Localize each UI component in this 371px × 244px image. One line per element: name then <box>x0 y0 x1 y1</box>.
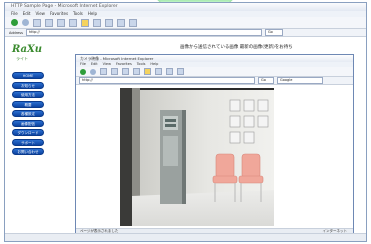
inner-address-bar: http:// Go Google <box>76 77 353 85</box>
outer-toolbar <box>5 17 366 29</box>
media-icon[interactable] <box>93 18 101 27</box>
nav-item-overview[interactable]: 概要 <box>12 100 44 108</box>
inner-address-input[interactable]: http:// <box>79 77 255 84</box>
inner-back-icon[interactable] <box>80 68 86 75</box>
stop-icon[interactable] <box>33 18 41 27</box>
nav-item-download[interactable]: ダウンロード <box>12 129 44 136</box>
nav-item-delivery[interactable]: 画像配信 <box>12 119 44 127</box>
history-icon[interactable] <box>105 18 113 27</box>
inner-search-icon[interactable] <box>133 68 140 75</box>
page-caption: 画像から送信されている画像 最新の画像(更新)をお待ち <box>180 45 293 50</box>
inner-refresh-icon[interactable] <box>111 68 118 75</box>
site-logo-subtitle: ライト <box>16 56 28 61</box>
inner-history-icon[interactable] <box>166 68 173 75</box>
refresh-icon[interactable] <box>45 18 53 27</box>
nav-item-settings[interactable]: 各種設定 <box>12 110 44 117</box>
print-icon[interactable] <box>129 18 137 27</box>
mail-icon[interactable] <box>117 18 125 27</box>
favorites-icon[interactable] <box>81 18 89 27</box>
inner-favorites-icon[interactable] <box>144 68 151 75</box>
address-label: Address <box>9 30 23 35</box>
camera-photo <box>120 88 274 226</box>
outer-status-bar <box>5 233 366 241</box>
inner-mail-icon[interactable] <box>177 68 184 75</box>
outer-address-input[interactable]: http:// <box>25 29 262 36</box>
nav-item-support[interactable]: サポート <box>12 138 44 146</box>
outer-go-button[interactable]: Go <box>264 29 283 36</box>
left-nav: HOME お知らせ 使用方法 概要 各種設定 画像配信 ダウンロード サポート … <box>12 72 46 158</box>
inner-window-title: カメラ映像 - Microsoft Internet Explorer <box>76 55 353 62</box>
inner-stop-icon[interactable] <box>100 68 107 75</box>
inner-go-button[interactable]: Go <box>258 77 274 84</box>
home-icon[interactable] <box>57 18 65 27</box>
inner-media-icon[interactable] <box>155 68 162 75</box>
forward-icon[interactable] <box>22 19 29 26</box>
nav-item-news[interactable]: お知らせ <box>12 81 44 89</box>
search-icon[interactable] <box>69 18 77 27</box>
inner-google-search[interactable]: Google <box>277 77 323 84</box>
back-icon[interactable] <box>11 19 18 26</box>
inner-home-icon[interactable] <box>122 68 129 75</box>
nav-item-usage[interactable]: 使用方法 <box>12 91 44 98</box>
nav-item-contact[interactable]: お問い合わせ <box>12 148 44 155</box>
outer-address-bar: Address http:// Go <box>5 29 366 37</box>
nav-item-home[interactable]: HOME <box>12 72 44 79</box>
site-logo[interactable]: RaXu <box>12 44 42 55</box>
inner-toolbar <box>76 67 353 77</box>
outer-window-title: HTTP Sample Page - Microsoft Internet Ex… <box>5 3 366 11</box>
inner-forward-icon[interactable] <box>90 68 96 75</box>
